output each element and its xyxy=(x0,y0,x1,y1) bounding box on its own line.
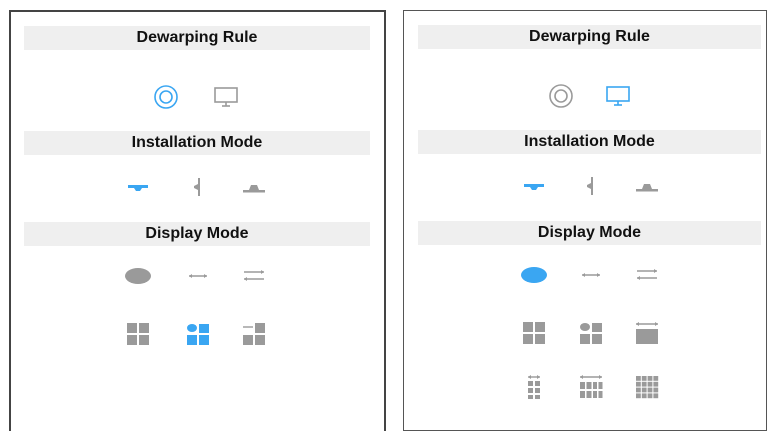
installation-mode-header: Installation Mode xyxy=(24,131,370,155)
original-view-icon[interactable] xyxy=(123,264,153,288)
wall-mount-icon[interactable] xyxy=(576,174,606,198)
monitor-icon[interactable] xyxy=(211,82,241,112)
installation-mode-header: Installation Mode xyxy=(418,130,761,154)
display-mode-header: Display Mode xyxy=(24,222,370,246)
panorama-plus-3-icon[interactable] xyxy=(239,320,269,348)
installation-mode-title: Installation Mode xyxy=(524,133,655,150)
panorama-plus-6-icon[interactable] xyxy=(519,373,549,401)
panorama-360-icon[interactable] xyxy=(239,264,269,288)
fisheye-icon[interactable] xyxy=(546,81,576,111)
grid-9-icon[interactable] xyxy=(632,373,662,401)
left-dewarp-panel: Dewarping Rule Installation Mode Display… xyxy=(9,10,386,431)
panorama-360-icon[interactable] xyxy=(632,263,662,287)
installation-mode-title: Installation Mode xyxy=(131,134,263,151)
wall-mount-icon[interactable] xyxy=(183,175,213,199)
dewarping-rule-title: Dewarping Rule xyxy=(136,29,258,46)
quad-view-icon[interactable] xyxy=(123,320,153,348)
panorama-180-icon[interactable] xyxy=(576,263,606,287)
original-view-icon[interactable] xyxy=(519,263,549,287)
desktop-mount-icon[interactable] xyxy=(632,174,662,198)
ceiling-mount-icon[interactable] xyxy=(123,175,153,199)
right-dewarp-panel: Dewarping Rule Installation Mode Display… xyxy=(403,10,767,431)
panorama-180-icon[interactable] xyxy=(183,264,213,288)
dewarping-rule-header: Dewarping Rule xyxy=(24,26,370,50)
dewarping-rule-title: Dewarping Rule xyxy=(529,28,650,45)
desktop-mount-icon[interactable] xyxy=(239,175,269,199)
fisheye-plus-3-icon[interactable] xyxy=(183,320,213,348)
quad-view-icon[interactable] xyxy=(519,319,549,347)
fisheye-plus-3-icon[interactable] xyxy=(576,319,606,347)
dewarping-rule-header: Dewarping Rule xyxy=(418,25,761,49)
display-mode-title: Display Mode xyxy=(145,225,249,242)
display-mode-title: Display Mode xyxy=(537,224,642,241)
display-mode-header: Display Mode xyxy=(418,221,761,245)
panorama-plus-8-icon[interactable] xyxy=(576,373,606,401)
fisheye-icon[interactable] xyxy=(151,82,181,112)
ceiling-mount-icon[interactable] xyxy=(519,174,549,198)
panorama-plus-1-icon[interactable] xyxy=(632,319,662,347)
monitor-icon[interactable] xyxy=(603,81,633,111)
